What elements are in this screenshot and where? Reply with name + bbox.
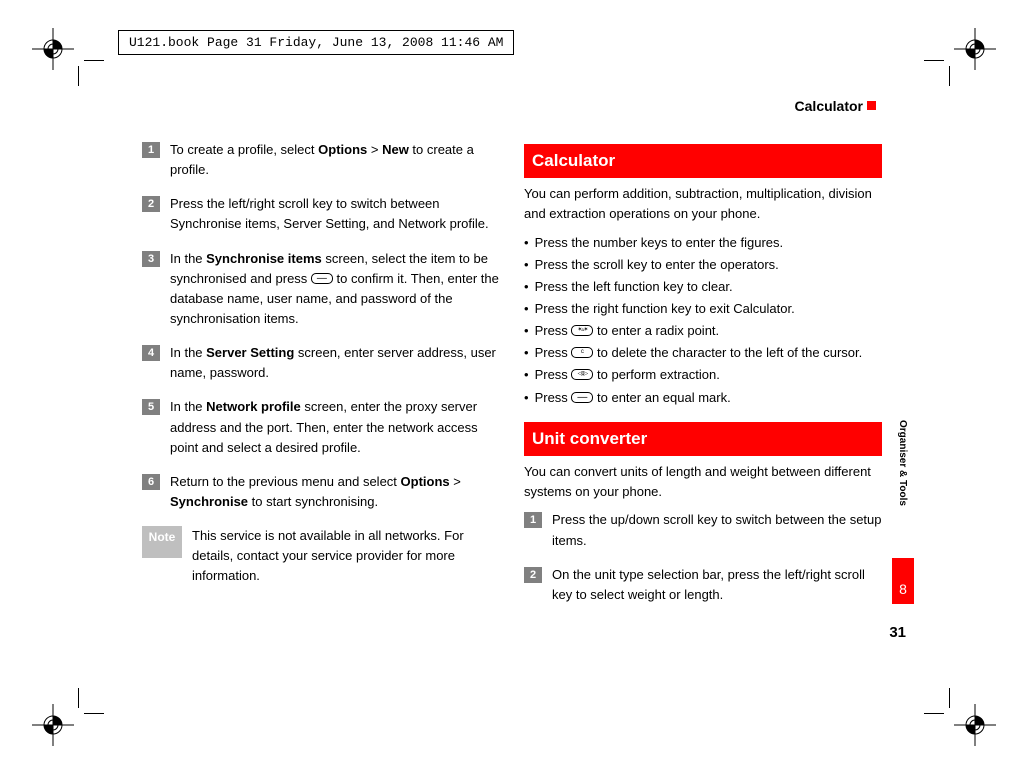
step-body: Press the up/down scroll key to switch b… (552, 510, 882, 550)
bullet-item: Press to enter an equal mark. (524, 388, 882, 408)
note-block: Note This service is not available in al… (142, 526, 500, 586)
step-6: 6 Return to the previous menu and select… (142, 472, 500, 512)
step-2: 2 On the unit type selection bar, press … (524, 565, 882, 605)
crop-mark-icon (78, 60, 106, 88)
bullet-item: Press to perform extraction. (524, 365, 882, 385)
step-body: In the Synchronise items screen, select … (170, 249, 500, 330)
step-4: 4 In the Server Setting screen, enter se… (142, 343, 500, 383)
step-number: 5 (142, 399, 160, 415)
step-3: 3 In the Synchronise items screen, selec… (142, 249, 500, 330)
step-body: Press the left/right scroll key to switc… (170, 194, 500, 234)
key-icon (571, 325, 593, 336)
step-2: 2 Press the left/right scroll key to swi… (142, 194, 500, 234)
left-column: 1 To create a profile, select Options > … (142, 140, 500, 619)
print-header: U121.book Page 31 Friday, June 13, 2008 … (118, 30, 514, 55)
bullet-item: Press to enter a radix point. (524, 321, 882, 341)
page-number: 31 (889, 624, 906, 641)
step-number: 4 (142, 345, 160, 361)
key-icon (571, 347, 593, 358)
key-icon (571, 369, 593, 380)
bullet-item: Press the right function key to exit Cal… (524, 299, 882, 319)
step-number: 1 (142, 142, 160, 158)
step-body: Return to the previous menu and select O… (170, 472, 500, 512)
key-icon (311, 273, 333, 284)
running-head: Calculator (142, 98, 882, 114)
section-heading-unit-converter: Unit converter (524, 422, 882, 456)
step-5: 5 In the Network profile screen, enter t… (142, 397, 500, 457)
step-body: To create a profile, select Options > Ne… (170, 140, 500, 180)
step-number: 6 (142, 474, 160, 490)
crop-mark-icon (78, 686, 106, 714)
step-number: 3 (142, 251, 160, 267)
right-column: Calculator You can perform addition, sub… (524, 140, 882, 619)
step-number: 2 (524, 567, 542, 583)
step-number: 2 (142, 196, 160, 212)
step-number: 1 (524, 512, 542, 528)
step-1: 1 To create a profile, select Options > … (142, 140, 500, 180)
note-label: Note (142, 526, 182, 558)
bullet-item: Press the scroll key to enter the operat… (524, 255, 882, 275)
side-chapter-label: Organiser & Tools (897, 420, 908, 506)
registration-mark-icon (32, 704, 74, 746)
section-intro: You can convert units of length and weig… (524, 462, 882, 502)
step-body: On the unit type selection bar, press th… (552, 565, 882, 605)
side-chapter-tab: 8 (892, 558, 914, 604)
registration-mark-icon (954, 28, 996, 70)
bullet-item: Press the number keys to enter the figur… (524, 233, 882, 253)
note-body: This service is not available in all net… (192, 526, 500, 586)
section-intro: You can perform addition, subtraction, m… (524, 184, 882, 224)
bullet-item: Press to delete the character to the lef… (524, 343, 882, 363)
step-1: 1 Press the up/down scroll key to switch… (524, 510, 882, 550)
step-body: In the Network profile screen, enter the… (170, 397, 500, 457)
key-icon (571, 392, 593, 403)
section-heading-calculator: Calculator (524, 144, 882, 178)
crop-mark-icon (922, 686, 950, 714)
bullet-item: Press the left function key to clear. (524, 277, 882, 297)
crop-mark-icon (922, 60, 950, 88)
registration-mark-icon (32, 28, 74, 70)
registration-mark-icon (954, 704, 996, 746)
page-body: Calculator 1 To create a profile, select… (142, 98, 882, 658)
step-body: In the Server Setting screen, enter serv… (170, 343, 500, 383)
